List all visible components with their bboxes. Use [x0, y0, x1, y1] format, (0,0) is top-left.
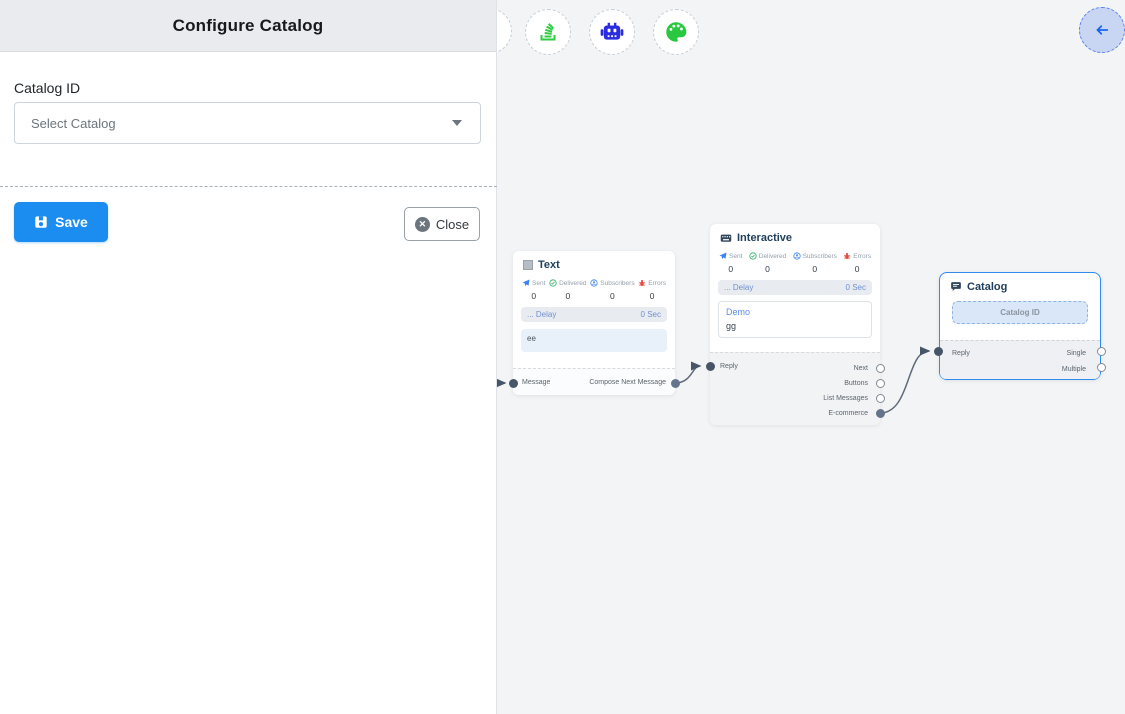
save-button[interactable]: Save [14, 202, 108, 242]
subscribers-icon [793, 252, 801, 260]
interactive-node-stats: Sent 0 Delivered 0 Subscribers 0 [710, 248, 880, 276]
page-title: Configure Catalog [173, 16, 324, 36]
theme-node-button[interactable] [653, 9, 699, 55]
text-node-header: Text [513, 251, 675, 275]
sent-icon [719, 252, 727, 260]
ecommerce-output-handle[interactable] [876, 409, 885, 418]
stat-delivered: Delivered 0 [749, 252, 786, 274]
catalog-select[interactable]: Select Catalog [14, 102, 481, 144]
subscribers-icon [590, 279, 598, 287]
toolbar-circle-partial[interactable] [497, 8, 512, 54]
stat-errors: Errors 0 [843, 252, 871, 274]
text-node-title: Text [538, 259, 560, 271]
stat-sent: Sent 0 [522, 279, 545, 301]
flow-canvas[interactable]: Text Sent 0 Delivered 0 Subscri [497, 0, 1125, 714]
buttons-output-handle[interactable] [876, 379, 885, 388]
close-icon: ✕ [415, 217, 430, 232]
delivered-icon [549, 279, 557, 287]
output-ecommerce-label: E-commerce [828, 410, 868, 417]
save-button-label: Save [55, 214, 88, 230]
catalog-id-field[interactable]: Catalog ID [952, 301, 1088, 324]
stack-node-button[interactable] [525, 9, 571, 55]
message-preview[interactable]: ee [521, 329, 667, 352]
catalog-id-label: Catalog ID [14, 80, 80, 96]
delay-value: 0 Sec [846, 283, 866, 292]
reply-input-label: Reply [952, 350, 970, 357]
reply-input-label: Reply [720, 363, 738, 370]
collapse-panel-button[interactable] [1079, 7, 1125, 53]
close-button[interactable]: ✕ Close [404, 207, 480, 241]
bot-node-button[interactable] [589, 9, 635, 55]
output-buttons-label: Buttons [844, 380, 868, 387]
output-single-label: Single [1067, 350, 1086, 357]
stat-subscribers: Subscribers 0 [793, 252, 837, 274]
stat-sent: Sent 0 [719, 252, 742, 274]
interactive-node-footer: Reply Next Buttons List Messages E-comme… [710, 352, 880, 425]
delay-value: 0 Sec [641, 310, 661, 319]
text-node[interactable]: Text Sent 0 Delivered 0 Subscri [513, 251, 675, 395]
catalog-select-value: Select Catalog [31, 116, 116, 131]
single-output-handle[interactable] [1097, 347, 1106, 356]
reply-input-handle[interactable] [934, 347, 943, 356]
message-input-label: Message [522, 379, 550, 386]
stack-icon [536, 20, 560, 44]
message-input-handle[interactable] [509, 379, 518, 388]
interactive-node-header: Interactive [710, 224, 880, 248]
catalog-type-icon [950, 281, 962, 293]
left-arrow-icon [1093, 21, 1111, 39]
next-output-handle[interactable] [876, 364, 885, 373]
list-messages-output-handle[interactable] [876, 394, 885, 403]
interactive-node[interactable]: Interactive Sent 0 Delivered 0 [710, 224, 880, 425]
interactive-type-icon [720, 232, 732, 244]
output-next-label: Next [854, 365, 868, 372]
interactive-content-title: Demo [726, 307, 864, 317]
delay-row[interactable]: ... Delay 0 Sec [718, 280, 872, 295]
edge-interactive-to-catalog [880, 351, 929, 413]
text-node-stats: Sent 0 Delivered 0 Subscribers 0 [513, 275, 675, 303]
delay-label: ... Delay [527, 310, 556, 319]
text-type-icon [523, 260, 533, 270]
palette-icon [663, 19, 689, 45]
chevron-down-icon [452, 120, 462, 126]
reply-input-handle[interactable] [706, 362, 715, 371]
delay-row[interactable]: ... Delay 0 Sec [521, 307, 667, 322]
robot-icon [599, 19, 625, 45]
delay-label: ... Delay [724, 283, 753, 292]
interactive-content-body: gg [726, 321, 864, 331]
interactive-node-title: Interactive [737, 232, 792, 244]
interactive-content[interactable]: Demo gg [718, 301, 872, 338]
errors-icon [638, 279, 646, 287]
compose-next-message-handle[interactable] [671, 379, 680, 388]
delivered-icon [749, 252, 757, 260]
divider [0, 186, 497, 187]
close-button-label: Close [436, 217, 469, 232]
stat-errors: Errors 0 [638, 279, 666, 301]
text-node-footer: Message Compose Next Message [513, 368, 675, 395]
output-multiple-label: Multiple [1062, 366, 1086, 373]
sent-icon [522, 279, 530, 287]
catalog-node[interactable]: Catalog Catalog ID Reply Single Multiple [939, 272, 1101, 380]
catalog-node-title: Catalog [967, 281, 1007, 293]
catalog-node-header: Catalog [940, 273, 1100, 297]
multiple-output-handle[interactable] [1097, 363, 1106, 372]
configure-catalog-panel: Configure Catalog Catalog ID Select Cata… [0, 0, 497, 714]
errors-icon [843, 252, 851, 260]
panel-header: Configure Catalog [0, 0, 496, 52]
stat-subscribers: Subscribers 0 [590, 279, 634, 301]
catalog-node-footer: Reply Single Multiple [940, 340, 1100, 379]
stat-delivered: Delivered 0 [549, 279, 586, 301]
save-icon [34, 215, 48, 229]
compose-next-message-label: Compose Next Message [589, 379, 666, 386]
output-list-messages-label: List Messages [823, 395, 868, 402]
